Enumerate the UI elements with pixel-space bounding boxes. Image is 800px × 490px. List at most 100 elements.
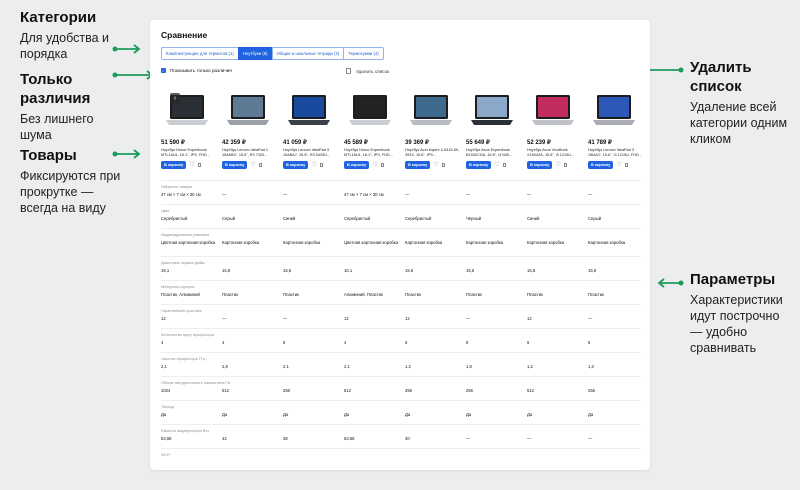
tab-laptops[interactable]: Ноутбуки (8) [237, 47, 273, 60]
product-card[interactable]: 52 239 ₽ Ноутбук Asus VivoBook X1504ZA, … [527, 88, 588, 169]
param-value: Чёрный [466, 216, 482, 221]
add-to-cart-button[interactable]: В корзину [222, 161, 248, 169]
param-value: Картонная коробка [222, 240, 260, 245]
product-name[interactable]: Ноутбук Honor Expertbook MTL16U1, 16.1",… [344, 148, 399, 159]
param-value: 16,1 [344, 268, 353, 273]
param-value: 12 [527, 316, 532, 321]
laptop-image[interactable] [283, 88, 335, 134]
heart-icon[interactable]: ♡ [433, 161, 438, 169]
laptop-image[interactable] [588, 88, 640, 134]
laptop-image[interactable] [344, 88, 396, 134]
laptop-image[interactable] [466, 88, 518, 134]
product-name[interactable]: Ноутбук Asus VivoBook X1504ZA, 15.6", i3… [527, 148, 582, 159]
add-to-cart-button[interactable]: В корзину [527, 161, 553, 169]
heart-icon[interactable]: ♡ [189, 161, 194, 169]
annotation-title: Параметры [690, 271, 776, 288]
laptop-image[interactable] [405, 88, 457, 134]
add-to-cart-button[interactable]: В корзину [344, 161, 370, 169]
checkbox-checked-icon[interactable]: ✓ [161, 68, 166, 73]
param-value: Картонная коробка [283, 240, 321, 245]
param-value: 38 [283, 436, 288, 441]
product-name[interactable]: Ноутбук Asus Expertbook B1502CGA, 15.6",… [466, 148, 521, 159]
param-values: Серебристый Серый Синий Серебристый Серебрис… [161, 216, 649, 221]
only-differences-toggle[interactable]: ✓ Показывать только различия [161, 68, 232, 73]
param-value: 256 [466, 388, 473, 393]
product-name[interactable]: Ноутбук Lenovo IdeaPad 3 15ABA7, 15.6", … [283, 148, 338, 159]
param-label: Гарантийный срок мес [161, 308, 202, 313]
param-value: — [466, 316, 471, 321]
tab-notebooks[interactable]: Общие и школьные тетради (2) [271, 47, 345, 60]
param-value: Да [527, 412, 533, 417]
heart-icon[interactable]: ♡ [616, 161, 621, 169]
param-values: 47 см × 7 см × 30 см — — 47 см × 7 см × 30 … [161, 192, 649, 197]
laptop-image[interactable] [222, 88, 274, 134]
trash-icon[interactable] [563, 162, 568, 168]
param-value: 8 [466, 340, 469, 345]
param-value: Синий [283, 216, 296, 221]
trash-icon[interactable] [319, 162, 324, 168]
heart-icon[interactable]: ♡ [250, 161, 255, 169]
trash-icon[interactable] [197, 162, 202, 168]
arrow-right-icon [112, 69, 155, 83]
delete-list-button[interactable]: Удалить список [346, 68, 389, 74]
param-label: Цвет [161, 208, 170, 213]
product-name[interactable]: Ноутбук Acer Aspire 3 A315-59-393X, 15.6… [405, 148, 460, 159]
param-values: 16,1 15,6 15,6 16,1 15,6 15,6 15,6 15,6 [161, 268, 649, 273]
add-to-cart-button[interactable]: В корзину [405, 161, 431, 169]
trash-icon[interactable] [624, 162, 629, 168]
param-value: Да [222, 412, 228, 417]
add-to-cart-button[interactable]: В корзину [283, 161, 309, 169]
param-value: 256 [283, 388, 290, 393]
chevron-left-icon[interactable]: ‹ [170, 93, 180, 105]
laptop-image[interactable] [161, 88, 213, 134]
product-name[interactable]: Ноутбук Honor Expertbook MTL16U1, 16.1",… [161, 148, 216, 159]
heart-icon[interactable]: ♡ [494, 161, 499, 169]
add-to-cart-button[interactable]: В корзину [588, 161, 614, 169]
product-actions: В корзину ♡ [161, 161, 222, 169]
add-to-cart-button[interactable]: В корзину [466, 161, 492, 169]
heart-icon[interactable]: ♡ [372, 161, 377, 169]
trash-icon[interactable] [502, 162, 507, 168]
product-card[interactable]: 55 649 ₽ Ноутбук Asus Expertbook B1502CG… [466, 88, 527, 169]
product-card[interactable]: 42 359 ₽ Ноутбук Lenovo IdeaPad 1 15AMN7… [222, 88, 283, 169]
param-value: 1024 [161, 388, 171, 393]
param-value: — [588, 192, 593, 197]
param-value: 15,6 [283, 268, 292, 273]
param-value: 15,6 [588, 268, 597, 273]
param-value: — [466, 436, 471, 441]
param-value: — [466, 192, 471, 197]
product-name[interactable]: Ноутбук Lenovo IdeaPad 1 15AMN7, 15.6", … [222, 148, 277, 159]
heart-icon[interactable]: ♡ [311, 161, 316, 169]
param-row: Емкость аккумулятора Втч 53,58 42 38 53,58 4… [161, 424, 641, 448]
param-values: Пластик, Алюминий Пластик Пластик Алюминий,… [161, 292, 649, 297]
product-card[interactable]: 45 589 ₽ Ноутбук Honor Expertbook MTL16U… [344, 88, 405, 169]
product-card[interactable]: 41 059 ₽ Ноутбук Lenovo IdeaPad 3 15ABA7… [283, 88, 344, 169]
param-value: 1,2 [527, 364, 533, 369]
param-value: Да [283, 412, 289, 417]
tab-thermo-bags[interactable]: Термосумки (4) [343, 47, 384, 60]
param-value: — [588, 436, 593, 441]
param-value: Цветная картонная коробка [161, 240, 216, 245]
param-value: Цветная картонная коробка [344, 240, 399, 245]
annotation-title: Только различия [20, 71, 91, 107]
param-value: 1,2 [405, 364, 411, 369]
laptop-image[interactable] [527, 88, 579, 134]
param-value: 2,1 [283, 364, 289, 369]
param-value: 12 [405, 316, 410, 321]
product-actions: В корзину ♡ [527, 161, 588, 169]
trash-icon[interactable] [258, 162, 263, 168]
heart-icon[interactable]: ♡ [555, 161, 560, 169]
product-name[interactable]: Ноутбук Lenovo IdeaPad 3 15IAU7, 15.6", … [588, 148, 643, 159]
product-card[interactable]: 39 369 ₽ Ноутбук Acer Aspire 3 A315-59-3… [405, 88, 466, 169]
add-to-cart-button[interactable]: В корзину [161, 161, 187, 169]
product-card[interactable]: 41 789 ₽ Ноутбук Lenovo IdeaPad 3 15IAU7… [588, 88, 649, 169]
param-value: Алюминий, Пластик [344, 292, 383, 297]
param-value: 47 см × 7 см × 30 см [161, 192, 201, 197]
param-value: Да [405, 412, 411, 417]
trash-icon[interactable] [380, 162, 385, 168]
product-price: 42 359 ₽ [222, 140, 246, 146]
param-value: Да [588, 412, 594, 417]
trash-icon[interactable] [441, 162, 446, 168]
tab-thermos-parts[interactable]: Комплектующие для термосов (1) [161, 47, 239, 60]
product-price: 41 789 ₽ [588, 140, 612, 146]
